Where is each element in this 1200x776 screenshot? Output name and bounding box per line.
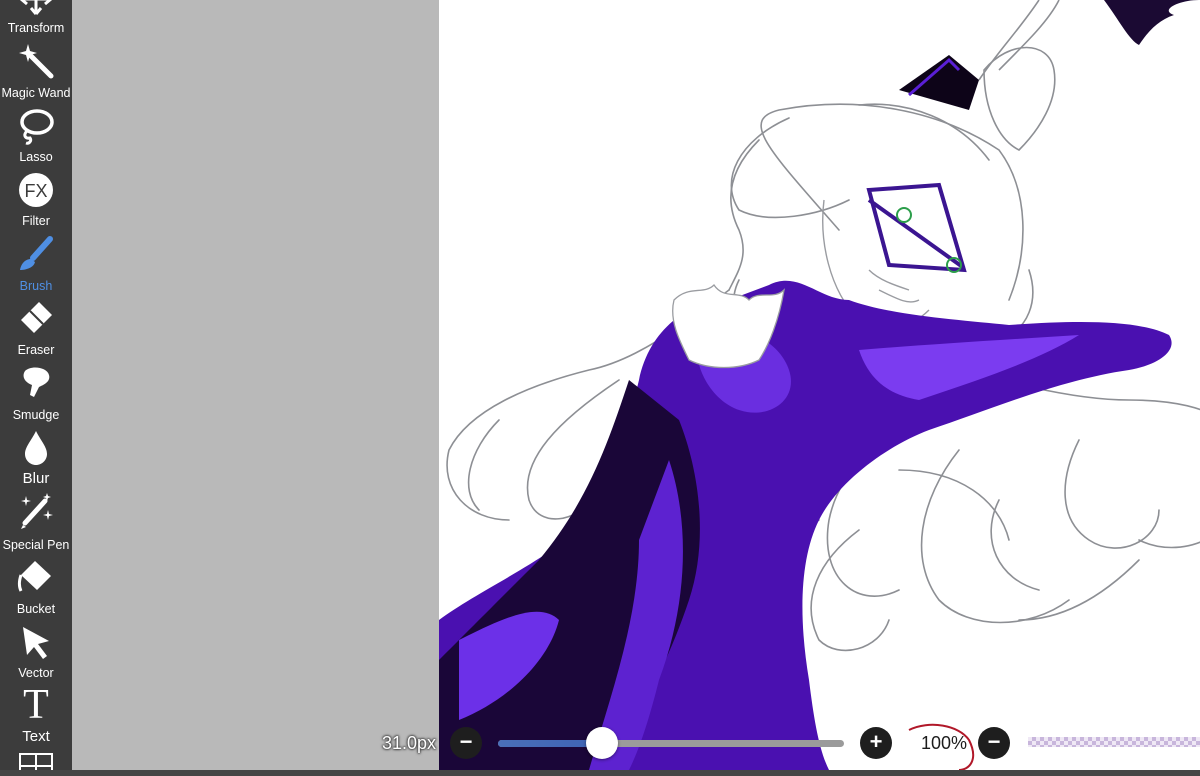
tool-label: Magic Wand bbox=[1, 86, 71, 100]
tool-label: Filter bbox=[22, 214, 50, 228]
tool-vector[interactable]: Vector bbox=[0, 616, 72, 680]
glove bbox=[1104, 0, 1199, 45]
size-decrease-button[interactable]: − bbox=[450, 727, 482, 759]
tool-eraser[interactable]: Eraser bbox=[0, 296, 72, 360]
text-icon: T bbox=[17, 684, 55, 722]
glasses bbox=[866, 182, 967, 273]
brush-opacity-readout: 100% bbox=[921, 733, 968, 753]
tool-label: Brush bbox=[19, 279, 53, 293]
opacity-slider[interactable] bbox=[1028, 737, 1200, 747]
tool-smudge[interactable]: Smudge bbox=[0, 360, 72, 424]
tool-label: Smudge bbox=[12, 408, 60, 422]
artwork bbox=[439, 0, 1200, 770]
tool-brush[interactable]: Brush bbox=[0, 232, 72, 296]
tool-magic-wand[interactable]: Magic Wand bbox=[0, 40, 72, 104]
tool-blur[interactable]: Blur bbox=[0, 424, 72, 488]
size-increase-button[interactable]: + bbox=[860, 727, 892, 759]
tool-bucket[interactable]: Bucket bbox=[0, 552, 72, 616]
brush-settings-bar: 31.0px − + 100% − bbox=[370, 722, 1200, 766]
special-pen-icon bbox=[17, 493, 55, 531]
svg-text:T: T bbox=[23, 684, 49, 722]
brush-size-readout: 31.0px bbox=[382, 733, 437, 753]
drawing-canvas[interactable] bbox=[439, 0, 1200, 770]
transform-icon bbox=[17, 0, 55, 18]
tool-label: Lasso bbox=[19, 150, 53, 164]
vector-arrow-icon bbox=[17, 623, 55, 661]
workspace[interactable] bbox=[72, 0, 1200, 776]
tool-special-pen[interactable]: Special Pen bbox=[0, 488, 72, 552]
tool-label: Blur bbox=[22, 470, 50, 487]
tool-lasso[interactable]: Lasso bbox=[0, 104, 72, 168]
lasso-icon bbox=[17, 107, 55, 145]
magic-wand-icon bbox=[17, 42, 55, 80]
brush-icon bbox=[17, 235, 55, 273]
bodysuit bbox=[439, 280, 1172, 770]
arm-lineart bbox=[978, 0, 1060, 151]
tool-sidebar: Transform Magic Wand Lasso FX Filter Bru… bbox=[0, 0, 72, 776]
tool-label: Bucket bbox=[16, 602, 56, 616]
tool-filter[interactable]: FX Filter bbox=[0, 168, 72, 232]
bucket-icon bbox=[17, 557, 55, 595]
brush-size-slider[interactable] bbox=[498, 727, 844, 759]
svg-text:FX: FX bbox=[24, 181, 47, 201]
tool-text[interactable]: T Text bbox=[0, 680, 72, 745]
eraser-icon bbox=[17, 299, 55, 337]
brush-size-slider-thumb[interactable] bbox=[585, 727, 618, 759]
hat bbox=[899, 55, 979, 110]
blur-drop-icon bbox=[17, 429, 55, 467]
fx-icon: FX bbox=[17, 171, 55, 209]
smudge-icon bbox=[17, 363, 55, 401]
tool-label: Vector bbox=[18, 666, 54, 680]
eye-left bbox=[896, 207, 912, 223]
tool-label: Text bbox=[22, 728, 50, 745]
opacity-decrease-button[interactable]: − bbox=[978, 727, 1010, 759]
tool-label: Special Pen bbox=[2, 538, 70, 552]
tool-label: Eraser bbox=[17, 343, 55, 357]
bottom-border bbox=[0, 770, 1200, 776]
tool-label: Transform bbox=[7, 21, 65, 35]
tool-transform[interactable]: Transform bbox=[0, 0, 72, 40]
